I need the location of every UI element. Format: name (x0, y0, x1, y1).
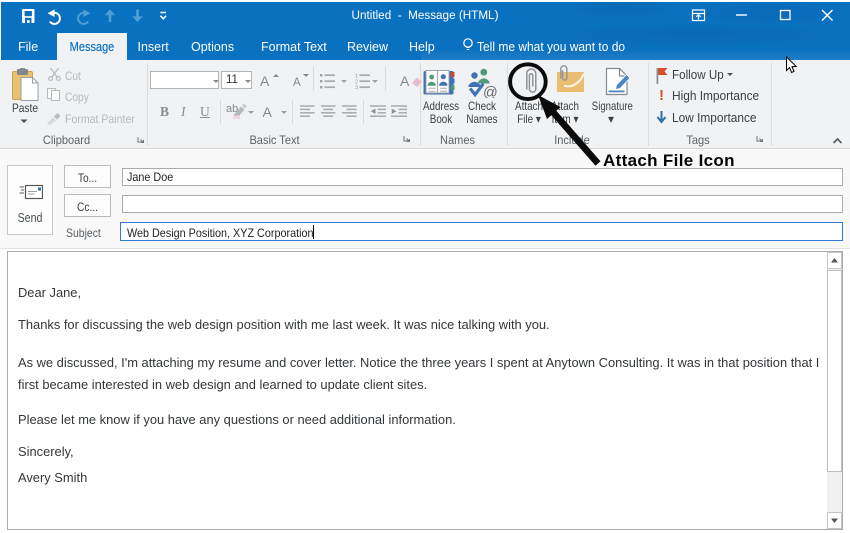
svg-text:Attach File Icon: Attach File Icon (603, 151, 735, 170)
